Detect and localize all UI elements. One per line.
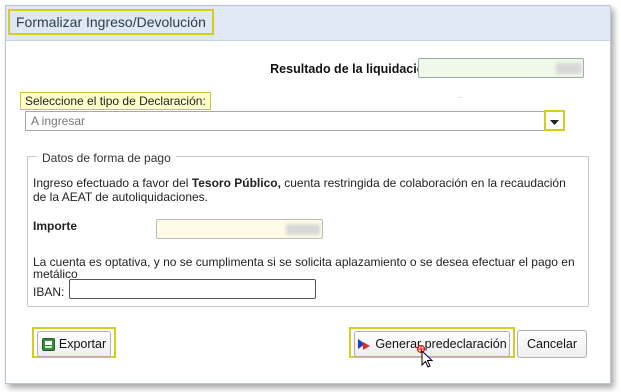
tipo-declaracion-dropdown-button[interactable] xyxy=(544,110,565,131)
export-icon xyxy=(41,337,55,351)
tipo-declaracion-tooltip: Seleccione el tipo de Declaración: xyxy=(20,92,211,110)
generar-label: Generar predeclaración xyxy=(375,337,507,351)
iban-label: IBAN: xyxy=(33,285,65,299)
redacted-value xyxy=(556,63,582,74)
resultado-label: Resultado de la liquidación xyxy=(270,62,432,76)
cancelar-button[interactable]: Cancelar xyxy=(517,330,587,358)
info-bold: Tesoro Público, xyxy=(191,176,281,190)
iban-input[interactable] xyxy=(69,279,316,299)
exportar-label: Exportar xyxy=(58,337,107,351)
cuenta-optativa-note: La cuenta es optativa, y no se cumplimen… xyxy=(33,255,575,281)
datos-pago-legend: Datos de forma de pago xyxy=(37,151,176,165)
separator-dots: .. xyxy=(457,91,462,100)
generate-icon xyxy=(357,338,371,351)
cancelar-label: Cancelar xyxy=(526,337,578,351)
cursor-pointer-icon xyxy=(416,344,435,372)
chevron-down-icon xyxy=(550,114,559,128)
importe-field xyxy=(156,219,323,239)
exportar-button[interactable]: Exportar xyxy=(37,331,111,357)
resultado-field xyxy=(418,58,584,78)
dialog-title: Formalizar Ingreso/Devolución xyxy=(8,9,214,35)
tipo-declaracion-select[interactable]: A ingresar xyxy=(25,111,564,131)
pago-info-text: Ingreso efectuado a favor del Tesoro Púb… xyxy=(33,176,578,204)
info-prefix: Ingreso efectuado a favor del xyxy=(33,176,192,190)
redacted-importe xyxy=(286,224,320,235)
dialog-titlebar: Formalizar Ingreso/Devolución xyxy=(6,6,610,41)
importe-label: Importe xyxy=(33,219,78,233)
